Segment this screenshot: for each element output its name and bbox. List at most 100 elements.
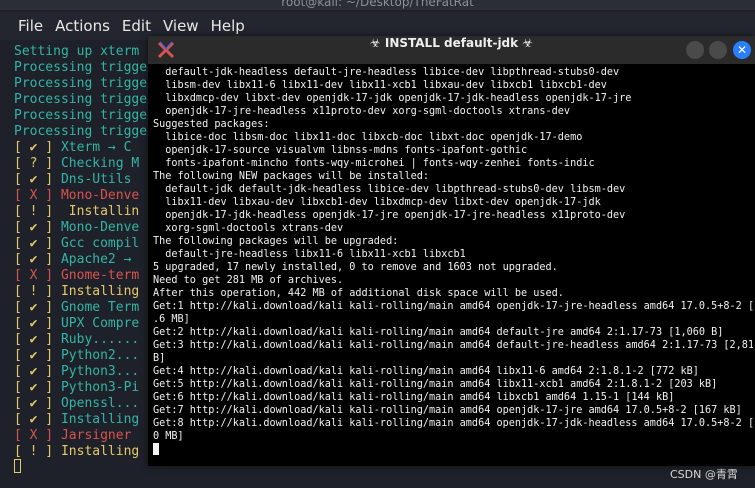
background-output-line: Processing trigge xyxy=(14,60,154,76)
background-line-text: Gnome-term xyxy=(60,268,140,283)
background-output-line: [ ✔ ] Gcc compil xyxy=(14,236,154,252)
output-line: Get:1 http://kali.download/kali kali-rol… xyxy=(153,301,753,312)
status-bracket: [ ! ] xyxy=(14,284,54,299)
background-output-line: Processing trigge xyxy=(14,108,154,124)
terminal-cursor xyxy=(153,443,159,455)
background-output-line: [ ! ] Installing xyxy=(14,444,154,460)
background-output-line: [ ✔ ] Dns-Utils xyxy=(14,172,154,188)
status-bracket: [ ! ] xyxy=(14,444,54,459)
background-line-text: Checking M xyxy=(60,156,140,171)
close-icon: ✕ xyxy=(736,43,748,57)
output-line: default-jre-headless libx11-6 libx11-xcb… xyxy=(153,249,466,260)
background-line-text: Python2... xyxy=(60,348,140,363)
output-line: B] xyxy=(153,353,166,364)
background-output-line: Processing trigge xyxy=(14,92,154,108)
background-output-line: [ ? ] Checking M xyxy=(14,156,154,172)
background-line-text: Python3-Pi xyxy=(60,380,140,395)
background-line-text: Installing xyxy=(60,284,140,299)
output-line: Get:4 http://kali.download/kali kali-rol… xyxy=(153,366,699,377)
menu-item-file[interactable]: File xyxy=(12,12,49,40)
output-line: libice-doc libsm-doc libx11-doc libxcb-d… xyxy=(153,132,583,143)
background-output-line: Setting up xterm xyxy=(14,44,154,60)
background-line-text: Apache2 → xyxy=(60,252,132,267)
background-line-text: Processing trigge xyxy=(14,108,148,123)
output-line: Suggested packages: xyxy=(153,119,270,130)
background-output-line: [ ✔ ] Mono-Denve xyxy=(14,220,154,236)
status-bracket: [ ✔ ] xyxy=(14,380,54,395)
background-line-text: Openssl... xyxy=(60,396,140,411)
status-bracket: [ ✔ ] xyxy=(14,396,54,411)
output-line: libxdmcp-dev libxt-dev openjdk-17-jdk op… xyxy=(153,93,632,104)
background-output-line: [ ✔ ] Python2... xyxy=(14,348,154,364)
output-line: openjdk-17-source visualvm libnss-mdns f… xyxy=(153,145,528,156)
background-line-text: Processing trigge xyxy=(14,76,148,91)
output-line: Get:5 http://kali.download/kali kali-rol… xyxy=(153,379,718,390)
background-line-text: UPX Compre xyxy=(60,316,140,331)
background-output-line: [ X ] Jarsigner xyxy=(14,428,154,444)
output-line: Get:3 http://kali.download/kali kali-rol… xyxy=(153,340,753,351)
output-line: The following packages will be upgraded: xyxy=(153,236,399,247)
background-line-text: Installing xyxy=(60,444,140,459)
background-terminal-output: Setting up xterm Processing trigge Process… xyxy=(14,44,154,460)
background-output-line: [ ! ] Installing xyxy=(14,284,154,300)
background-output-line: Processing trigge xyxy=(14,76,154,92)
background-line-text: Setting up xterm xyxy=(14,44,140,59)
background-line-text: Mono-Denve xyxy=(60,220,140,235)
background-output-line: [ ✔ ] Gnome Term xyxy=(14,300,154,316)
output-line: Get:7 http://kali.download/kali kali-rol… xyxy=(153,405,742,416)
output-line: Get:6 http://kali.download/kali kali-rol… xyxy=(153,392,675,403)
status-bracket: [ ✔ ] xyxy=(14,300,54,315)
background-line-text: Processing trigge xyxy=(14,60,148,75)
output-line: .6 MB] xyxy=(153,314,190,325)
background-line-text: Mono-Denve xyxy=(60,188,140,203)
status-bracket: [ ✔ ] xyxy=(14,332,54,347)
status-bracket: [ X ] xyxy=(14,268,54,283)
dialog-titlebar[interactable]: ☣ INSTALL default-jdk ☣ ✕ xyxy=(148,36,755,64)
output-line: 0 MB] xyxy=(153,431,184,442)
menu-item-actions[interactable]: Actions xyxy=(49,12,116,40)
background-line-text: Installin xyxy=(60,204,140,219)
maximize-button[interactable] xyxy=(709,41,727,59)
background-output-line: [ ✔ ] Openssl... xyxy=(14,396,154,412)
background-output-line: [ ✔ ] Xterm → C xyxy=(14,140,154,156)
background-output-line: [ ✔ ] Python3... xyxy=(14,364,154,380)
output-line: default-jdk-headless default-jre-headles… xyxy=(153,67,620,78)
cursor-line xyxy=(153,443,753,456)
background-terminal-cursor xyxy=(14,459,21,473)
background-output-line: [ X ] Mono-Denve xyxy=(14,188,154,204)
background-line-text: Ruby...... xyxy=(60,332,140,347)
install-dialog-window[interactable]: ☣ INSTALL default-jdk ☣ ✕ default-jdk-he… xyxy=(148,36,755,466)
background-line-text: Python3... xyxy=(60,364,140,379)
background-output-line: [ ! ] Installin xyxy=(14,204,154,220)
status-bracket: [ ✔ ] xyxy=(14,364,54,379)
output-line: libx11-dev libxau-dev libxcb1-dev libxdm… xyxy=(153,197,601,208)
status-bracket: [ ✔ ] xyxy=(14,412,54,427)
background-line-text: Gcc compil xyxy=(60,236,140,251)
status-bracket: [ ✔ ] xyxy=(14,236,54,251)
status-bracket: [ ✔ ] xyxy=(14,172,54,187)
background-output-line: Processing trigge xyxy=(14,124,154,140)
status-bracket: [ ✔ ] xyxy=(14,348,54,363)
status-bracket: [ ✔ ] xyxy=(14,220,54,235)
status-bracket: [ ! ] xyxy=(14,204,54,219)
background-line-text: Xterm → C xyxy=(60,140,132,155)
background-output-line: [ ✔ ] Ruby...... xyxy=(14,332,154,348)
output-line: xorg-sgml-doctools xtrans-dev xyxy=(153,223,344,234)
output-line: fonts-ipafont-mincho fonts-wqy-microhei … xyxy=(153,158,595,169)
dialog-title: ☣ INSTALL default-jdk ☣ xyxy=(369,36,534,50)
background-output-line: [ ✔ ] Apache2 → xyxy=(14,252,154,268)
output-line: After this operation, 442 MB of addition… xyxy=(153,288,564,299)
close-button[interactable]: ✕ xyxy=(733,41,751,59)
background-line-text: Jarsigner xyxy=(60,428,132,443)
background-window-title: root@kali: ~/Desktop/TheFatRat xyxy=(0,0,755,10)
output-line: Get:2 http://kali.download/kali kali-rol… xyxy=(153,327,724,338)
output-line: Get:8 http://kali.download/kali kali-rol… xyxy=(153,418,753,429)
output-line: openjdk-17-jre-headless x11proto-dev xor… xyxy=(153,106,571,117)
terminal-output[interactable]: default-jdk-headless default-jre-headles… xyxy=(153,66,753,458)
background-output-line: [ X ] Gnome-term xyxy=(14,268,154,284)
background-output-line: [ ✔ ] Installing xyxy=(14,412,154,428)
output-line: default-jdk default-jdk-headless libice-… xyxy=(153,184,626,195)
status-bracket: [ ? ] xyxy=(14,156,54,171)
background-line-text: Processing trigge xyxy=(14,124,148,139)
minimize-button[interactable] xyxy=(686,41,704,59)
